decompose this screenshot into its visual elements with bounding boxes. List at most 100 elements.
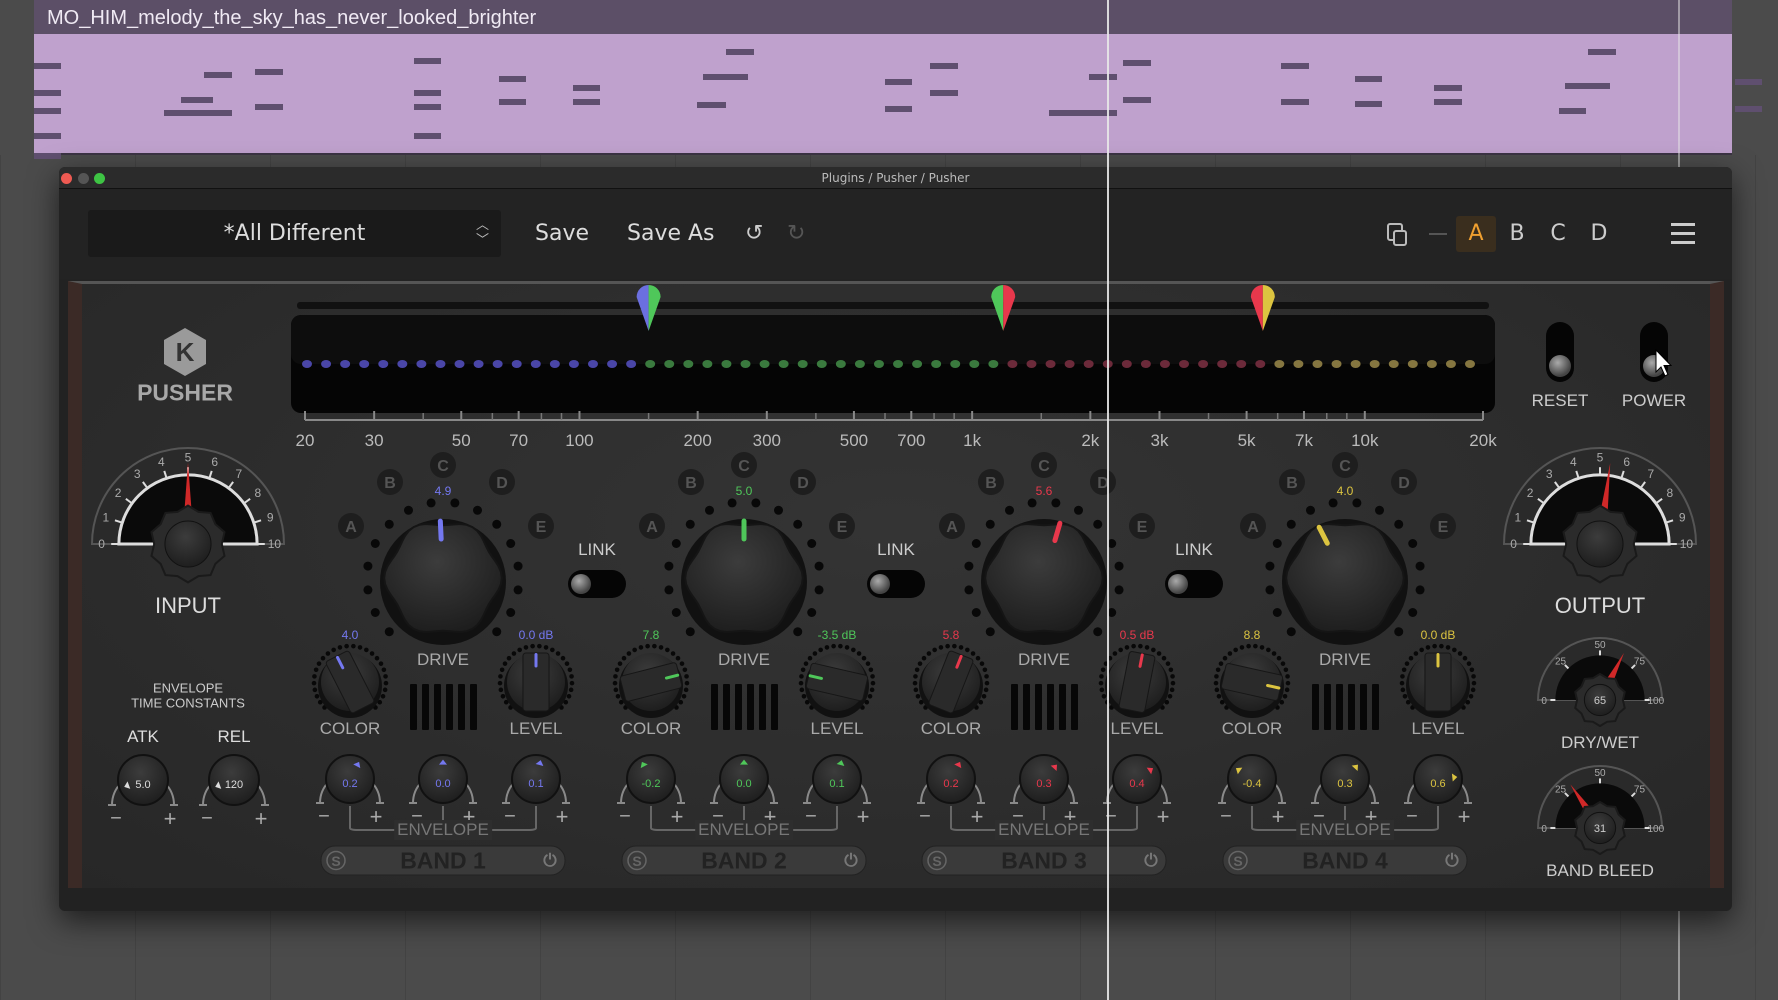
band2-mode-c-button[interactable]: C bbox=[731, 452, 757, 478]
save-button[interactable]: Save bbox=[535, 221, 589, 246]
plus-icon[interactable]: + bbox=[255, 806, 268, 832]
close-button[interactable] bbox=[61, 173, 72, 184]
band4-envelope-knob-3[interactable]: 0.6 bbox=[1404, 754, 1472, 804]
minus-icon[interactable]: − bbox=[504, 806, 516, 829]
slot-a-button[interactable]: A bbox=[1456, 216, 1496, 252]
dry-wet-knob[interactable]: 0 25 50 75 100 65 bbox=[1536, 637, 1665, 728]
band3-mode-c-button[interactable]: C bbox=[1031, 452, 1057, 478]
band4-envelope-knob-1[interactable]: -0.4 bbox=[1218, 754, 1286, 804]
plus-icon[interactable]: + bbox=[857, 804, 870, 830]
midi-clip[interactable] bbox=[34, 34, 1763, 160]
hamburger-menu-icon[interactable] bbox=[1671, 223, 1695, 244]
band4-power-icon[interactable]: ⏻ bbox=[1445, 851, 1458, 871]
band-bleed-knob[interactable]: 0 25 50 75 100 31 bbox=[1536, 765, 1665, 856]
minus-icon[interactable]: − bbox=[919, 806, 931, 829]
output-knob[interactable]: 0 123 4 5 6 789 10 bbox=[1502, 447, 1698, 584]
minus-icon[interactable]: − bbox=[1220, 806, 1232, 829]
band2-mode-e-button[interactable]: E bbox=[829, 513, 855, 539]
band3-drive-knob[interactable] bbox=[964, 498, 1124, 645]
band2-mode-a-button[interactable]: A bbox=[639, 513, 665, 539]
band2-color-value: 7.8 bbox=[642, 628, 660, 642]
band1-mode-a-button[interactable]: A bbox=[338, 513, 364, 539]
band1-envelope-knob-3[interactable]: 0.1 bbox=[502, 754, 570, 804]
plus-icon[interactable]: + bbox=[164, 806, 177, 832]
band2-solo-button[interactable]: S bbox=[632, 853, 641, 869]
link-toggle-3[interactable] bbox=[1165, 570, 1223, 598]
band3-mode-e-button[interactable]: E bbox=[1129, 513, 1155, 539]
minus-icon[interactable]: − bbox=[201, 808, 213, 831]
band2-drive-knob[interactable] bbox=[664, 498, 824, 645]
band3-level-knob[interactable] bbox=[1098, 643, 1176, 718]
band1-level-knob[interactable] bbox=[497, 643, 575, 718]
band4-color-knob[interactable] bbox=[1213, 643, 1291, 718]
plus-icon[interactable]: + bbox=[370, 804, 383, 830]
band2-envelope-knob-2[interactable]: 0.0 bbox=[710, 754, 778, 804]
band4-solo-button[interactable]: S bbox=[1233, 853, 1242, 869]
band1-solo-button[interactable]: S bbox=[331, 853, 340, 869]
link-toggle-1[interactable] bbox=[568, 570, 626, 598]
band4-mode-a-button[interactable]: A bbox=[1240, 513, 1266, 539]
band3-mode-b-button[interactable]: B bbox=[978, 469, 1004, 495]
minus-icon[interactable]: − bbox=[619, 806, 631, 829]
band4-mode-b-button[interactable]: B bbox=[1279, 469, 1305, 495]
link-toggle-2[interactable] bbox=[867, 570, 925, 598]
slot-b-button[interactable]: B bbox=[1497, 216, 1537, 252]
plus-icon[interactable]: + bbox=[556, 804, 569, 830]
band3-mode-d-button[interactable]: D bbox=[1090, 469, 1116, 495]
slot-c-button[interactable]: C bbox=[1538, 216, 1578, 252]
redo-icon[interactable]: ↻ bbox=[787, 221, 805, 246]
band4-drive-knob[interactable] bbox=[1265, 498, 1425, 645]
minus-icon[interactable]: − bbox=[805, 806, 817, 829]
slot-d-button[interactable]: D bbox=[1579, 216, 1619, 252]
band3-envelope-knob-3[interactable]: 0.4 bbox=[1103, 754, 1171, 804]
band4-mode-d-button[interactable]: D bbox=[1391, 469, 1417, 495]
crossover-rail[interactable] bbox=[297, 302, 1489, 309]
band3-solo-button[interactable]: S bbox=[932, 853, 941, 869]
band1-drive-knob[interactable] bbox=[363, 498, 523, 645]
plus-icon[interactable]: + bbox=[1458, 804, 1471, 830]
band1-mode-e-button[interactable]: E bbox=[528, 513, 554, 539]
reset-toggle[interactable] bbox=[1546, 322, 1574, 382]
band4-mode-e-button[interactable]: E bbox=[1430, 513, 1456, 539]
rel-knob[interactable]: 120 bbox=[199, 754, 269, 806]
minimize-button[interactable] bbox=[78, 173, 89, 184]
preset-selector[interactable]: *All Different ︿ ﹀ bbox=[88, 210, 501, 257]
band3-envelope-knob-2[interactable]: 0.3 bbox=[1010, 754, 1078, 804]
minus-icon[interactable]: − bbox=[1406, 806, 1418, 829]
plus-icon[interactable]: + bbox=[1272, 804, 1285, 830]
band2-color-knob[interactable] bbox=[612, 643, 690, 718]
minus-icon[interactable]: − bbox=[110, 808, 122, 831]
plus-icon[interactable]: + bbox=[971, 804, 984, 830]
band2-mode-b-button[interactable]: B bbox=[678, 469, 704, 495]
band4-envelope-knob-2[interactable]: 0.3 bbox=[1311, 754, 1379, 804]
band1-power-icon[interactable]: ⏻ bbox=[543, 851, 556, 871]
band1-mode-b-button[interactable]: B bbox=[377, 469, 403, 495]
band1-envelope-knob-2[interactable]: 0.0 bbox=[409, 754, 477, 804]
band4-mode-c-button[interactable]: C bbox=[1332, 452, 1358, 478]
band3-mode-a-button[interactable]: A bbox=[939, 513, 965, 539]
band1-envelope-knob-1[interactable]: 0.2 bbox=[316, 754, 384, 804]
band1-color-knob[interactable] bbox=[311, 643, 389, 718]
band1-mode-d-button[interactable]: D bbox=[489, 469, 515, 495]
band2-mode-d-button[interactable]: D bbox=[790, 469, 816, 495]
band3-envelope-knob-1[interactable]: 0.2 bbox=[917, 754, 985, 804]
zoom-button[interactable] bbox=[94, 173, 105, 184]
chevron-updown-icon[interactable]: ︿ ﹀ bbox=[476, 210, 489, 248]
atk-knob[interactable]: 5.0 bbox=[108, 754, 178, 806]
minus-icon[interactable]: − bbox=[318, 806, 330, 829]
undo-icon[interactable]: ↺ bbox=[745, 221, 763, 246]
copy-icon[interactable] bbox=[1387, 223, 1407, 246]
band3-power-icon[interactable]: ⏻ bbox=[1144, 851, 1157, 871]
band2-power-icon[interactable]: ⏻ bbox=[844, 851, 857, 871]
plus-icon[interactable]: + bbox=[671, 804, 684, 830]
save-as-button[interactable]: Save As bbox=[627, 221, 715, 246]
input-knob[interactable]: 0 123 4 5 6 789 10 bbox=[90, 447, 286, 584]
band4-level-knob[interactable] bbox=[1399, 643, 1477, 718]
band3-color-knob[interactable] bbox=[912, 643, 990, 718]
clip-header[interactable]: MO_HIM_melody_the_sky_has_never_looked_b… bbox=[34, 0, 1732, 34]
band2-envelope-knob-1[interactable]: -0.2 bbox=[617, 754, 685, 804]
band2-envelope-knob-3[interactable]: 0.1 bbox=[803, 754, 871, 804]
band2-level-knob[interactable] bbox=[798, 643, 876, 718]
band1-mode-c-button[interactable]: C bbox=[430, 452, 456, 478]
plus-icon[interactable]: + bbox=[1157, 804, 1170, 830]
